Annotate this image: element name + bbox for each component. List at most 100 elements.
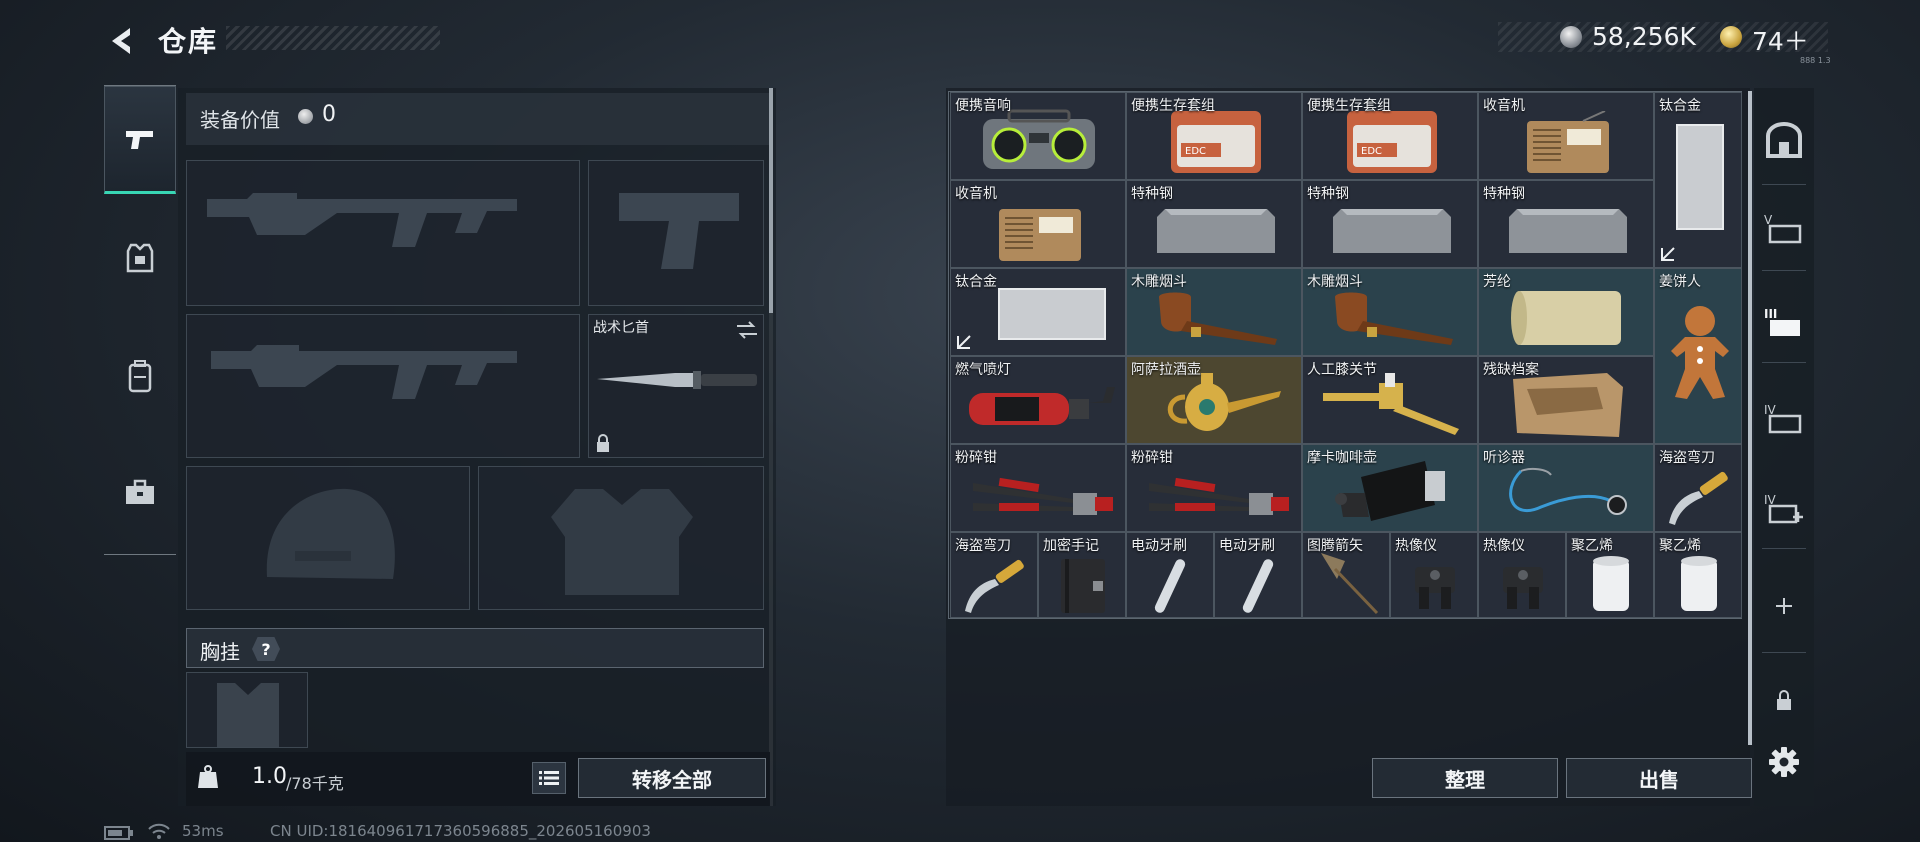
settings-button[interactable]: [1758, 730, 1810, 794]
storage-scrollbar[interactable]: [1748, 91, 1752, 745]
storage-item[interactable]: 阿萨拉酒壶: [1126, 356, 1302, 444]
rail-lock-button[interactable]: [1758, 668, 1810, 732]
storage-item[interactable]: 人工膝关节: [1302, 356, 1478, 444]
pistol-silhouette-icon: [619, 193, 739, 269]
body-armor-slot[interactable]: [478, 466, 764, 610]
wifi-icon: [148, 823, 170, 839]
radio-icon: [999, 209, 1081, 261]
sort-button[interactable]: 整理: [1372, 758, 1558, 798]
storage-item[interactable]: 燃气喷灯: [950, 356, 1126, 444]
rail-add-button[interactable]: [1758, 574, 1810, 638]
helmet-slot[interactable]: [186, 466, 470, 610]
aramid-roll-icon: [1511, 291, 1621, 345]
storage-item[interactable]: 便携生存套组 EDC: [1126, 92, 1302, 180]
gold-balance[interactable]: 74＋: [1752, 22, 1809, 58]
storage-item[interactable]: 粉碎钳: [1126, 444, 1302, 532]
bolt-cutter-icon: [1149, 477, 1289, 515]
nav-weapons[interactable]: [104, 86, 176, 194]
svg-text:EDC: EDC: [1361, 146, 1382, 157]
storage-item[interactable]: 电动牙刷: [1126, 532, 1214, 618]
version-label: 888 1.3: [1800, 56, 1831, 65]
equipment-scroll-thumb[interactable]: [769, 88, 773, 313]
transfer-all-button[interactable]: 转移全部: [578, 758, 766, 798]
pirate-knife-icon: [1669, 471, 1728, 525]
document-icon: [1513, 373, 1623, 437]
thermal-imager-icon: [1415, 567, 1455, 609]
svg-text:III: III: [1764, 307, 1777, 321]
storage-item[interactable]: 收音机: [950, 180, 1126, 268]
storage-item[interactable]: 聚乙烯: [1654, 532, 1742, 618]
storage-item[interactable]: 便携生存套组 EDC: [1302, 92, 1478, 180]
carry-weight: 1.0: [252, 764, 287, 789]
sell-button[interactable]: 出售: [1566, 758, 1752, 798]
titanium-plate-icon: [998, 288, 1106, 340]
bolt-cutter-icon: [973, 477, 1113, 515]
list-icon: [539, 771, 559, 785]
tactical-knife-slot[interactable]: 战术匕首: [588, 314, 764, 458]
settings-gear-icon: [1769, 747, 1799, 777]
rail-case-iv[interactable]: IV: [1758, 386, 1810, 450]
iv-case-icon: IV: [1764, 403, 1802, 434]
list-view-button[interactable]: [532, 762, 566, 794]
storage-item[interactable]: 图腾箭矢: [1302, 532, 1390, 618]
rail-case-v[interactable]: V: [1758, 196, 1810, 260]
page-title: 仓库: [158, 25, 219, 58]
storage-item[interactable]: 听诊器: [1478, 444, 1654, 532]
rotate-icon: [957, 335, 971, 349]
rail-case-iii[interactable]: III: [1758, 290, 1810, 354]
storage-item[interactable]: 特种钢: [1126, 180, 1302, 268]
item-label: 阿萨拉酒壶: [1131, 362, 1201, 378]
storage-item[interactable]: 残缺档案: [1478, 356, 1654, 444]
storage-item[interactable]: 特种钢: [1478, 180, 1654, 268]
storage-item[interactable]: 钛合金: [1654, 92, 1742, 268]
nav-backpack[interactable]: [104, 322, 176, 430]
storage-item[interactable]: 特种钢: [1302, 180, 1478, 268]
gas-torch-icon: [969, 387, 1115, 425]
storage-item[interactable]: 海盗弯刀: [1654, 444, 1742, 532]
storage-item[interactable]: 芳纶: [1478, 268, 1654, 356]
rail-storage-home[interactable]: [1758, 108, 1810, 172]
weight-icon: [198, 765, 218, 788]
toolbox-icon: [126, 479, 154, 504]
storage-item[interactable]: 聚乙烯: [1566, 532, 1654, 618]
chest-rig-slot[interactable]: [186, 672, 308, 748]
storage-item[interactable]: 摩卡咖啡壶: [1302, 444, 1478, 532]
help-icon[interactable]: ?: [252, 637, 280, 661]
storage-item[interactable]: 粉碎钳: [950, 444, 1126, 532]
item-label: 电动牙刷: [1219, 538, 1275, 554]
storage-item[interactable]: 海盗弯刀: [950, 532, 1038, 618]
storage-item[interactable]: 热像仪: [1390, 532, 1478, 618]
storage-item[interactable]: 电动牙刷: [1214, 532, 1302, 618]
storage-item[interactable]: 热像仪: [1478, 532, 1566, 618]
nav-armor[interactable]: [104, 204, 176, 312]
rail-medkit-iv[interactable]: IV: [1758, 476, 1810, 540]
pistol-icon: [126, 131, 153, 149]
rifle-silhouette-icon: [207, 193, 517, 247]
secondary-weapon-slot[interactable]: [186, 314, 580, 458]
rifle-silhouette-icon: [211, 345, 517, 399]
title-stripe-decoration: [226, 26, 440, 50]
storage-item[interactable]: 便携音响: [950, 92, 1126, 180]
ping-label: 53ms: [182, 822, 224, 840]
arrow-icon: [1321, 553, 1379, 615]
uid-label: CN UID:18164096171736059688​5_2026051609…: [270, 822, 651, 840]
item-label: 芳纶: [1483, 274, 1511, 290]
storage-item[interactable]: 收音机: [1478, 92, 1654, 180]
item-label: 听诊器: [1483, 450, 1525, 466]
storage-item[interactable]: 姜饼人: [1654, 268, 1742, 444]
primary-weapon-slot[interactable]: [186, 160, 580, 306]
item-label: 木雕烟斗: [1131, 274, 1187, 290]
swap-icon[interactable]: [735, 321, 759, 339]
storage-item[interactable]: 木雕烟斗: [1302, 268, 1478, 356]
pistol-slot[interactable]: [588, 160, 764, 306]
equipment-value-coin-icon: [298, 109, 313, 124]
back-arrow-icon[interactable]: [104, 24, 138, 58]
item-label: 聚乙烯: [1571, 538, 1613, 554]
storage-item[interactable]: 加密手记: [1038, 532, 1126, 618]
storage-item[interactable]: 木雕烟斗: [1126, 268, 1302, 356]
v-case-icon: V: [1764, 213, 1802, 244]
nav-toolbox[interactable]: [104, 438, 176, 546]
item-label: 钛合金: [955, 274, 997, 290]
storage-item[interactable]: 钛合金: [950, 268, 1126, 356]
item-label: 燃气喷灯: [955, 362, 1011, 378]
